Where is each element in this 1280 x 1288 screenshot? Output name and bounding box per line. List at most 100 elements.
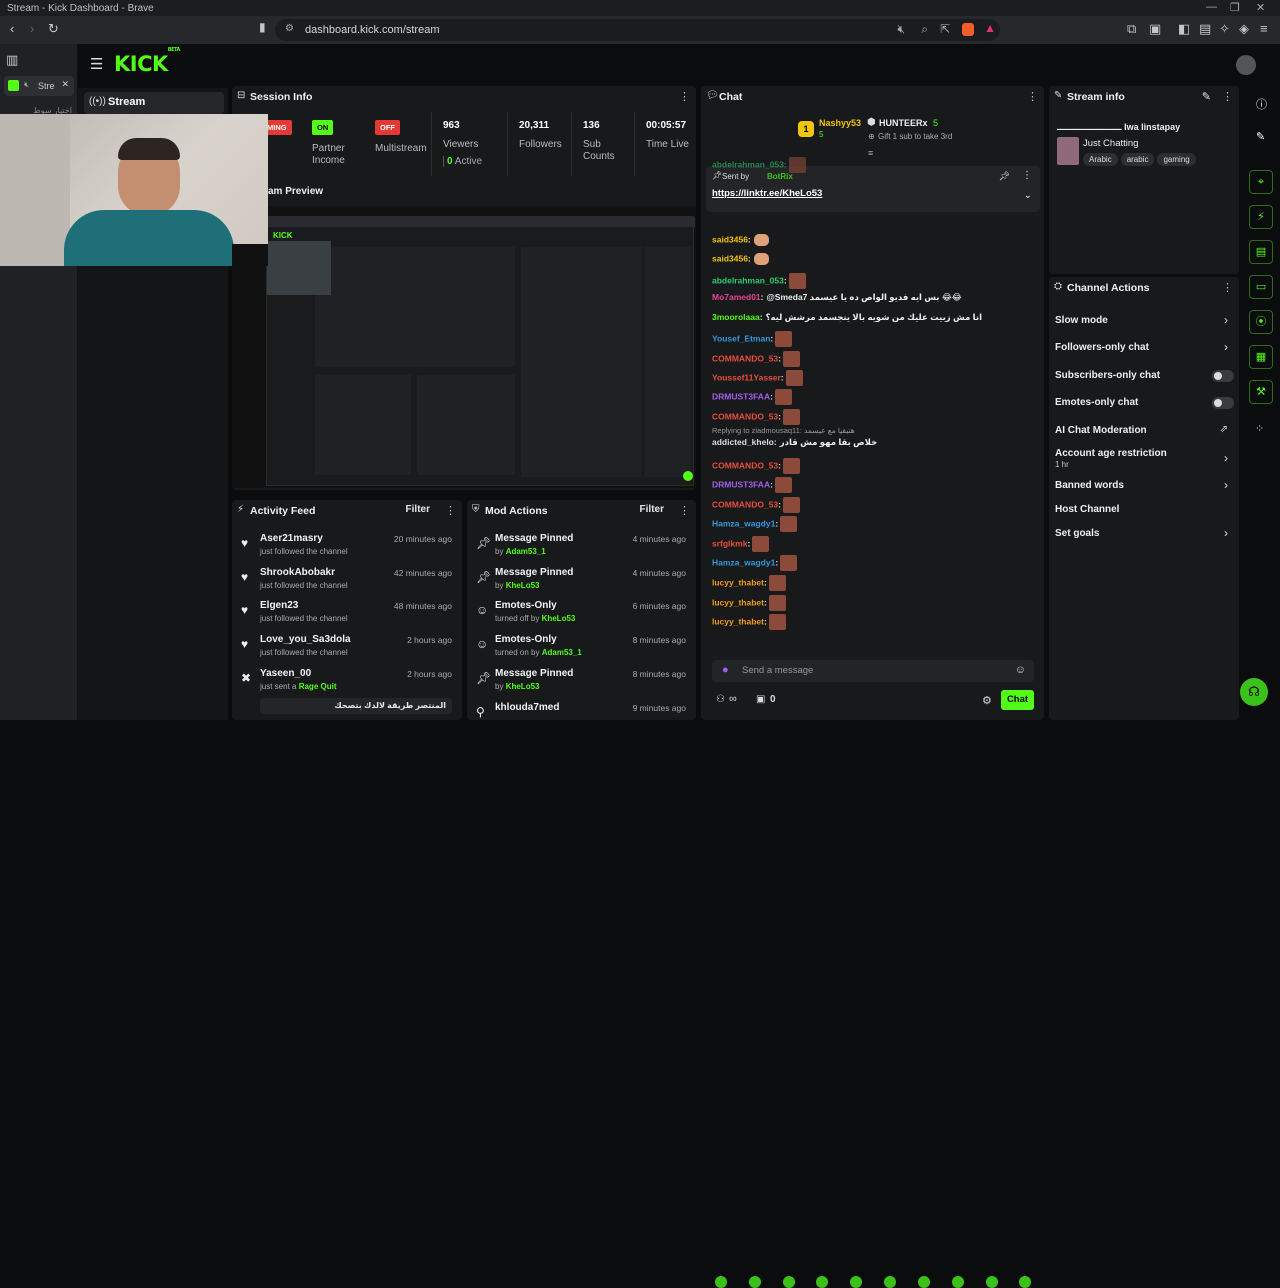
activity-name[interactable]: Yaseen_00 bbox=[260, 668, 311, 679]
bookmark-icon[interactable]: ▮ bbox=[259, 20, 266, 34]
emote-icon[interactable] bbox=[884, 1276, 896, 1288]
chat-username[interactable]: COMMANDO_53 bbox=[712, 499, 778, 509]
chat-username[interactable]: said3456 bbox=[712, 253, 748, 263]
emote-icon[interactable] bbox=[986, 1276, 998, 1288]
extensions-icon[interactable]: ⧉ bbox=[1127, 21, 1136, 37]
gifter-2-name[interactable]: HUNTEERx bbox=[879, 118, 928, 128]
support-icon[interactable]: ☊ bbox=[1240, 678, 1268, 706]
info-icon[interactable]: ⓘ bbox=[1256, 96, 1267, 112]
stream-info-more-icon[interactable]: ⋮ bbox=[1222, 90, 1233, 103]
kick-logo[interactable]: KICKBETA bbox=[114, 47, 180, 76]
tab-stream[interactable]: 🔇︎ Stre ✕ bbox=[4, 76, 74, 96]
action-banned-words[interactable]: Banned words bbox=[1055, 480, 1124, 491]
tab-close-icon[interactable]: ✕ bbox=[61, 79, 69, 90]
tools-icon[interactable]: ⚒ bbox=[1249, 380, 1273, 404]
document-icon[interactable]: ▤ bbox=[1249, 240, 1273, 264]
back-icon[interactable]: ‹ bbox=[10, 21, 14, 36]
chevron-right-icon[interactable]: › bbox=[1224, 451, 1228, 465]
external-link-icon[interactable]: ⇗ bbox=[1220, 424, 1228, 435]
chat-username[interactable]: Youssef11Yasser bbox=[712, 372, 781, 382]
edit-layout-icon[interactable]: ✎ bbox=[1256, 130, 1265, 143]
nav-item-stream[interactable]: ((•)) Stream bbox=[84, 92, 224, 114]
menu-icon[interactable]: ≡ bbox=[1260, 21, 1268, 36]
chat-username[interactable]: Hamza_wagdy1 bbox=[712, 518, 775, 528]
chat-username[interactable]: COMMANDO_53 bbox=[712, 411, 778, 421]
activity-filter-button[interactable]: Filter bbox=[406, 504, 430, 515]
address-bar[interactable]: ⚙ dashboard.kick.com/stream 🔇︎ ⌕ ⇱ ▲ bbox=[275, 19, 1000, 41]
reload-icon[interactable]: ↻ bbox=[48, 21, 59, 37]
action-ai-moderation[interactable]: AI Chat Moderation bbox=[1055, 425, 1147, 436]
chat-username[interactable]: lucyy_thabet bbox=[712, 616, 764, 626]
emote-icon[interactable] bbox=[715, 1276, 727, 1288]
chevron-right-icon[interactable]: › bbox=[1224, 313, 1228, 327]
chevron-down-icon[interactable]: ⌄ bbox=[1024, 190, 1032, 201]
mod-action-user[interactable]: KheLo53 bbox=[506, 682, 540, 691]
activity-name[interactable]: Elgen23 bbox=[260, 600, 298, 611]
activity-name[interactable]: ShrookAbobakr bbox=[260, 567, 335, 578]
forward-icon[interactable]: › bbox=[30, 21, 34, 36]
activity-name[interactable]: Aser21masry bbox=[260, 533, 323, 544]
sidebar-panel-icon[interactable]: ▥ bbox=[6, 52, 18, 68]
chat-username[interactable]: Yousef_Etman bbox=[712, 333, 770, 343]
channel-actions-more-icon[interactable]: ⋮ bbox=[1222, 281, 1233, 294]
chat-username[interactable]: COMMANDO_53 bbox=[712, 460, 778, 470]
mute-icon[interactable]: 🔇︎ bbox=[897, 22, 905, 37]
chevron-right-icon[interactable]: › bbox=[1224, 340, 1228, 354]
broadcast-tool-icon[interactable]: ⦿ bbox=[1249, 310, 1273, 334]
pencil-icon[interactable]: ✎ bbox=[1202, 90, 1211, 103]
hamburger-menu-icon[interactable]: ☰ bbox=[90, 55, 103, 73]
avatar[interactable] bbox=[1236, 55, 1256, 75]
pinned-more-icon[interactable]: ⋮ bbox=[1022, 170, 1032, 181]
tab-mute-icon[interactable]: 🔇︎ bbox=[24, 80, 29, 90]
stream-preview-video[interactable]: KICK bbox=[232, 206, 696, 488]
maximize-icon[interactable]: ❐ bbox=[1230, 1, 1240, 14]
mod-action-user[interactable]: Adam53_1 bbox=[542, 648, 582, 657]
expand-gifters-icon[interactable]: ≡ bbox=[868, 148, 873, 158]
activity-name[interactable]: Love_you_Sa3dola bbox=[260, 634, 351, 645]
mic-icon[interactable]: ● bbox=[722, 664, 729, 676]
leo-ai-icon[interactable]: ✧ bbox=[1219, 21, 1230, 37]
chat-username[interactable]: abdelrahman_053 bbox=[712, 159, 784, 169]
chat-username[interactable]: addicted_khelo bbox=[712, 437, 774, 447]
emote-icon[interactable] bbox=[850, 1276, 862, 1288]
category-name[interactable]: Just Chatting bbox=[1083, 138, 1138, 149]
chat-username[interactable]: said3456 bbox=[712, 234, 748, 244]
activity-more-icon[interactable]: ⋮ bbox=[445, 504, 456, 517]
subscribers-only-toggle[interactable] bbox=[1212, 370, 1234, 382]
chat-settings-icon[interactable]: ⚙ bbox=[982, 694, 992, 707]
action-set-goals[interactable]: Set goals bbox=[1055, 528, 1099, 539]
mod-action-user[interactable]: Adam53_1 bbox=[506, 547, 546, 556]
more-tools-icon[interactable]: ⁘ bbox=[1255, 422, 1264, 435]
action-followers-only[interactable]: Followers-only chat bbox=[1055, 342, 1149, 353]
emote-icon[interactable] bbox=[783, 1276, 795, 1288]
pinned-link[interactable]: https://linktr.ee/KheLo53 bbox=[712, 188, 822, 199]
chat-input[interactable]: ● Send a message ☺ bbox=[712, 660, 1034, 682]
emote-icon[interactable] bbox=[918, 1276, 930, 1288]
send-chat-button[interactable]: Chat bbox=[1001, 690, 1034, 710]
pinned-user[interactable]: BotRix bbox=[767, 172, 793, 181]
chat-username[interactable]: lucyy_thabet bbox=[712, 577, 764, 587]
vpn-icon[interactable]: ◈ bbox=[1239, 21, 1249, 37]
mod-action-user[interactable]: KheLo53 bbox=[542, 614, 576, 623]
site-settings-icon[interactable]: ⚙ bbox=[285, 23, 294, 34]
action-slow-mode[interactable]: Slow mode bbox=[1055, 315, 1108, 326]
chevron-right-icon[interactable]: › bbox=[1224, 526, 1228, 540]
chat-more-icon[interactable]: ⋮ bbox=[1027, 90, 1038, 103]
brave-rewards-icon[interactable]: ▲ bbox=[984, 21, 996, 35]
emote-icon[interactable] bbox=[952, 1276, 964, 1288]
minimize-icon[interactable]: — bbox=[1206, 1, 1217, 13]
brave-shield-icon[interactable] bbox=[962, 23, 974, 36]
sidebar-toggle-icon[interactable]: ◧ bbox=[1178, 21, 1190, 37]
emote-icon[interactable] bbox=[749, 1276, 761, 1288]
session-more-icon[interactable]: ⋮ bbox=[679, 90, 690, 103]
mod-more-icon[interactable]: ⋮ bbox=[679, 504, 690, 517]
top-gifter-name[interactable]: Nashyy53 bbox=[819, 118, 861, 128]
chat-username[interactable]: lucyy_thabet bbox=[712, 597, 764, 607]
tab-search-icon[interactable]: ▣ bbox=[1149, 21, 1161, 37]
mod-action-user[interactable]: KheLo53 bbox=[506, 581, 540, 590]
chat-username[interactable]: srfglkmk bbox=[712, 538, 747, 548]
message-icon[interactable]: ▭ bbox=[1249, 275, 1273, 299]
share-icon[interactable]: ⇱ bbox=[940, 22, 950, 36]
stat-multistream[interactable]: OFF Multistream bbox=[375, 120, 435, 155]
lightning-icon[interactable]: ⚡ bbox=[1249, 205, 1273, 229]
